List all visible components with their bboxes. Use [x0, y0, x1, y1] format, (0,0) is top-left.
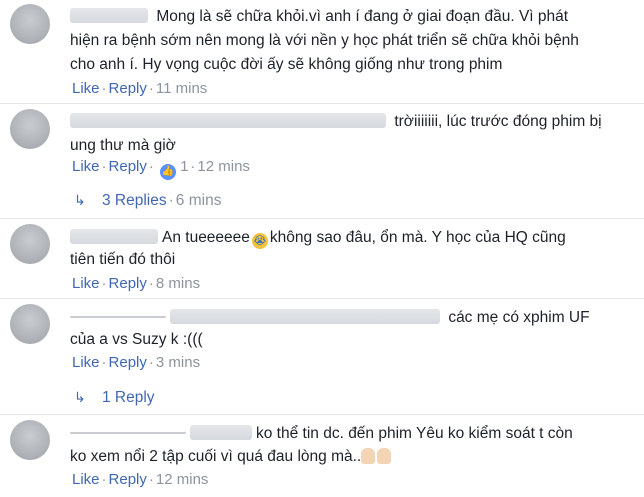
comment-text: các mẹ có xphim UF: [70, 307, 590, 329]
comment-text: An tueeeeee 😭 không sao đâu, ổn mà. Y học …: [70, 227, 566, 249]
timestamp[interactable]: 11 mins: [156, 80, 207, 97]
comment-actions: Like · Reply · 3 mins: [72, 354, 201, 371]
like-button[interactable]: Like: [72, 275, 100, 292]
divider: [0, 298, 644, 299]
reply-button[interactable]: Reply: [109, 275, 147, 292]
comment-text: Mong là sẽ chữa khỏi.vì anh í đang ở gia…: [70, 6, 568, 28]
reply-arrow-icon: ↳: [74, 389, 86, 405]
like-reaction-icon[interactable]: 👍: [159, 164, 176, 180]
praying-hands-icon: [361, 448, 376, 464]
comment-text: của a vs Suzy k :(((: [70, 331, 203, 348]
comment-actions: Like · Reply · 11 mins: [72, 80, 208, 97]
avatar[interactable]: [10, 420, 50, 460]
comment-text: trờiiiiiii, lúc trước đóng phim bị: [70, 111, 602, 133]
divider: [0, 103, 644, 104]
timestamp[interactable]: 12 mins: [156, 471, 209, 488]
comment-actions: Like · Reply · 8 mins: [72, 275, 201, 292]
timestamp[interactable]: 3 mins: [156, 354, 200, 371]
avatar[interactable]: [10, 109, 50, 149]
comment-actions: Like · Reply · 👍 1 · 12 mins: [72, 157, 250, 180]
avatar[interactable]: [10, 4, 50, 44]
reply-button[interactable]: Reply: [109, 354, 147, 371]
commenter-name-redacted[interactable]: [70, 432, 186, 434]
like-button[interactable]: Like: [72, 471, 100, 488]
reply-button[interactable]: Reply: [109, 471, 147, 488]
view-replies-link[interactable]: ↳ 3 Replies · 6 mins: [74, 190, 221, 211]
commenter-name-redacted[interactable]: [190, 425, 252, 440]
like-button[interactable]: Like: [72, 80, 100, 97]
commenter-name-redacted[interactable]: [70, 113, 386, 128]
comment-text: cho anh í. Hy vọng cuộc đời ấy sẽ không …: [70, 56, 503, 73]
timestamp[interactable]: 8 mins: [156, 275, 200, 292]
comment-text: ko thể tin dc. đến phim Yêu ko kiểm soát…: [70, 423, 573, 445]
comment-text: ko xem nổi 2 tập cuối vì quá đau lòng mà…: [70, 446, 393, 468]
reaction-count[interactable]: 1: [180, 158, 188, 175]
crying-emoji-icon: 😭: [251, 233, 268, 249]
comment-text: tiên tiến đó thôi: [70, 251, 176, 268]
like-button[interactable]: Like: [72, 158, 100, 175]
avatar[interactable]: [10, 224, 50, 264]
commenter-name-redacted[interactable]: [70, 8, 148, 23]
reply-button[interactable]: Reply: [109, 158, 147, 175]
praying-hands-icon: [377, 448, 392, 464]
commenter-name-redacted[interactable]: [170, 309, 440, 324]
commenter-name-redacted[interactable]: [70, 229, 158, 244]
reply-arrow-icon: ↳: [74, 192, 86, 208]
timestamp[interactable]: 12 mins: [197, 158, 250, 175]
comment-text: hiện ra bệnh sớm nên mong là với nền y h…: [70, 32, 579, 49]
avatar[interactable]: [10, 304, 50, 344]
comment-text: ung thư mà giờ: [70, 137, 176, 154]
divider: [0, 414, 644, 415]
comment-actions: Like · Reply · 12 mins: [72, 471, 209, 488]
commenter-name-redacted[interactable]: [70, 316, 166, 318]
view-replies-link[interactable]: ↳ 1 Reply: [74, 387, 155, 408]
divider: [0, 218, 644, 219]
reply-button[interactable]: Reply: [109, 80, 147, 97]
like-button[interactable]: Like: [72, 354, 100, 371]
